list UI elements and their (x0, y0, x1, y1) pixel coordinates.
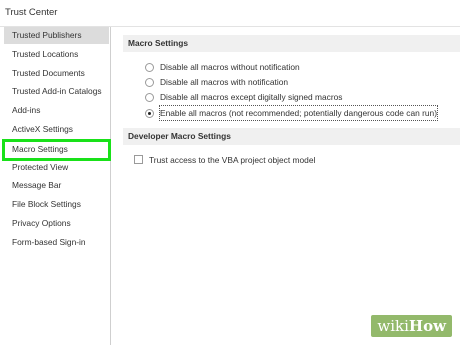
radio-label: Disable all macros without notification (160, 62, 300, 72)
radio-button[interactable] (145, 78, 154, 87)
radio-label: Enable all macros (not recommended; pote… (159, 105, 438, 121)
sidebar-item-macro-settings[interactable]: Macro Settings (4, 141, 109, 158)
watermark-wiki-text: wiki (377, 317, 409, 335)
sidebar: Trusted Publishers Trusted Locations Tru… (4, 27, 111, 345)
radio-button-selected[interactable] (145, 109, 154, 118)
watermark-how-text: How (408, 317, 446, 335)
radio-button[interactable] (145, 93, 154, 102)
sidebar-item-trusted-locations[interactable]: Trusted Locations (4, 46, 109, 63)
sidebar-item-activex-settings[interactable]: ActiveX Settings (4, 121, 109, 138)
radio-label: Disable all macros except digitally sign… (160, 92, 343, 102)
title-bar: Trust Center (0, 0, 460, 27)
sidebar-item-trusted-documents[interactable]: Trusted Documents (4, 65, 109, 82)
radio-button[interactable] (145, 63, 154, 72)
sidebar-item-form-based-sign-in[interactable]: Form-based Sign-in (4, 234, 109, 251)
wikihow-watermark: wikiHow (371, 315, 452, 337)
sidebar-item-protected-view[interactable]: Protected View (4, 159, 109, 176)
vba-access-checkbox[interactable] (134, 155, 143, 164)
vba-access-label: Trust access to the VBA project object m… (149, 155, 316, 165)
sidebar-item-privacy-options[interactable]: Privacy Options (4, 215, 109, 232)
radio-label: Disable all macros with notification (160, 77, 289, 87)
sidebar-item-file-block-settings[interactable]: File Block Settings (4, 196, 109, 213)
sidebar-item-trusted-publishers[interactable]: Trusted Publishers (4, 27, 109, 44)
sidebar-item-message-bar[interactable]: Message Bar (4, 177, 109, 194)
developer-macro-settings-header: Developer Macro Settings (123, 128, 460, 145)
main-panel: Macro Settings Disable all macros withou… (118, 27, 460, 345)
window-title: Trust Center (5, 7, 58, 18)
macro-settings-header: Macro Settings (123, 35, 460, 52)
sidebar-item-add-ins[interactable]: Add-ins (4, 102, 109, 119)
sidebar-item-trusted-add-in-catalogs[interactable]: Trusted Add-in Catalogs (4, 83, 109, 100)
